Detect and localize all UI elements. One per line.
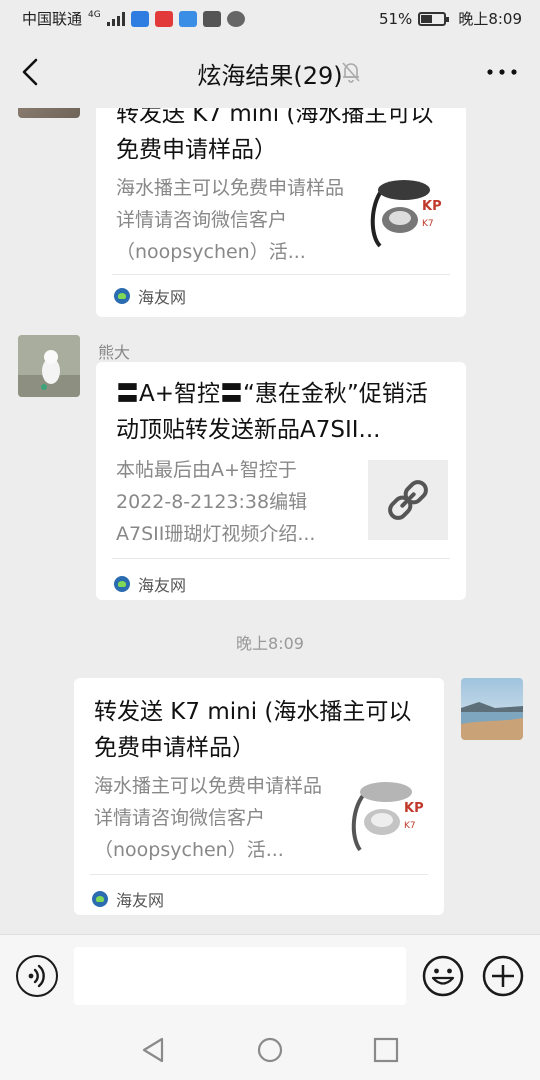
card-title: 转发送 K7 mini (海水播主可以免费申请样品） [94,699,412,761]
avatar[interactable] [18,335,80,397]
emoji-icon[interactable] [422,955,464,997]
system-nav-bar [0,1018,540,1080]
shield-app-icon [130,10,149,27]
source-name: 海友网 [116,891,165,910]
source-logo-icon [114,576,130,592]
voice-icon[interactable] [16,955,58,997]
link-icon [388,480,428,520]
message-input[interactable] [74,947,406,1005]
message-timestamp: 晚上8:09 [236,634,304,653]
battery-fill [421,14,433,23]
thumb-brand: KP [404,801,424,816]
source-logo-icon [114,288,130,304]
source-name: 海友网 [138,576,187,595]
thumb-model: K7 [404,821,416,831]
avatar-image [461,678,523,740]
voice-wave-icon [28,964,45,988]
card-source: 海友网 [114,572,186,596]
product-thumbnail: KP K7 [351,782,424,852]
card-source: 海友网 [92,887,164,911]
chat-title: 炫海结果(29) [197,62,343,90]
divider [112,558,450,559]
nav-recents-icon[interactable] [372,1036,400,1064]
thumb-model: K7 [422,219,434,229]
divider [90,874,428,875]
link-card[interactable]: 转发送 K7 mini (海水播主可以免费申请样品） 海水播主可以免费申请样品详… [74,678,444,915]
carrier-label: 中国联通 [22,10,83,28]
globe-app-icon [226,10,245,27]
battery-icon [418,11,450,26]
card-description: 海水播主可以免费申请样品详情请咨询微信客户（noopsychen）活... [94,775,323,861]
divider [112,274,450,275]
status-bar: 中国联通 4G 51% 晚上8:09 [0,0,540,36]
card-description: 海水播主可以免费申请样品详情请咨询微信客户（noopsychen）活... [116,177,345,263]
input-bar [0,934,540,1018]
avatar-image [18,335,80,397]
more-dots-icon[interactable] [484,60,520,84]
bell-off-icon [342,62,360,83]
link-thumbnail [368,460,448,540]
cloud-app-icon [178,10,197,27]
battery-percent: 51% [378,9,413,28]
avatar[interactable] [461,678,523,740]
avatar[interactable] [18,108,80,118]
network-type: 4G [88,10,101,20]
plus-icon[interactable] [482,955,524,997]
card-source: 海友网 [114,284,186,308]
product-thumbnail: KP K7 [370,180,442,248]
link-card[interactable]: 转发送 K7 mini (海水播主可以免费申请样品） 海水播主可以免费申请样品详… [96,108,466,317]
source-name: 海友网 [138,288,187,307]
card-description: 本帖最后由A+智控于2022-8-2123:38编辑A7SII珊瑚灯视频介绍..… [116,459,316,545]
mail-app-icon [202,10,221,27]
source-logo-icon [92,891,108,907]
thumb-brand: KP [422,199,442,214]
card-title: 〓A+智控〓“惠在金秋”促销活动顶贴转发送新品A7SII... [116,381,428,443]
link-card[interactable]: 〓A+智控〓“惠在金秋”促销活动顶贴转发送新品A7SII... 本帖最后由A+智… [96,362,466,600]
card-title: 转发送 K7 mini (海水播主可以免费申请样品） [116,108,434,163]
sender-name: 熊大 [98,343,131,362]
signal-icon [106,11,125,26]
nav-back-icon[interactable] [140,1036,168,1064]
chat-header: 炫海结果(29) [0,36,540,108]
news-app-icon [154,10,173,27]
clock: 晚上8:09 [458,10,522,28]
nav-home-icon[interactable] [256,1036,284,1064]
chat-area[interactable]: 转发送 K7 mini (海水播主可以免费申请样品） 海水播主可以免费申请样品详… [0,108,540,934]
